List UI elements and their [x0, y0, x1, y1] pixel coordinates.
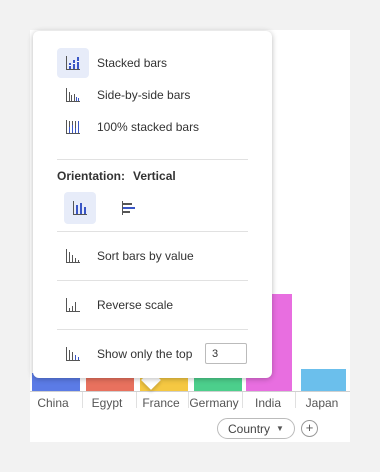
top-n-count-value: 3	[212, 347, 219, 360]
menu-item-label: Reverse scale	[97, 298, 174, 312]
menu-item-reverse-scale[interactable]: Reverse scale	[57, 290, 173, 320]
horizontal-bars-icon	[122, 201, 135, 215]
category-label-france: France	[142, 396, 180, 410]
menu-item-label: Sort bars by value	[97, 249, 194, 263]
category-axis-selector[interactable]: Country ▼	[217, 418, 295, 439]
category-axis-line	[30, 391, 350, 392]
sort-bars-icon	[57, 241, 89, 271]
stacked-bars-icon	[57, 48, 89, 78]
percent-stacked-bars-icon	[57, 112, 89, 142]
menu-item-label: Side-by-side bars	[97, 88, 191, 102]
axis-selector-value: Country	[228, 421, 271, 436]
orientation-horizontal-button[interactable]	[113, 192, 145, 224]
menu-divider	[57, 280, 248, 281]
chevron-down-icon: ▼	[276, 424, 284, 433]
menu-divider	[57, 231, 248, 232]
menu-item-show-only-top[interactable]: Show only the top	[57, 339, 192, 369]
menu-divider	[57, 329, 248, 330]
menu-item-100-percent-stacked-bars[interactable]: 100% stacked bars	[57, 112, 199, 142]
plus-icon: +	[305, 420, 314, 435]
menu-item-side-by-side-bars[interactable]: Side-by-side bars	[57, 80, 190, 110]
menu-item-label: 100% stacked bars	[97, 120, 200, 134]
top-n-count-input[interactable]: 3	[205, 343, 247, 364]
add-axis-button[interactable]: +	[301, 420, 318, 437]
menu-item-label: Show only the top	[97, 347, 193, 361]
top-n-bars-icon	[57, 339, 89, 369]
orientation-value: Vertical	[133, 169, 176, 183]
menu-item-sort-bars-by-value[interactable]: Sort bars by value	[57, 241, 194, 271]
menu-divider	[57, 159, 248, 160]
bar-japan[interactable]	[301, 369, 346, 391]
vertical-bars-icon	[73, 201, 87, 215]
reverse-scale-icon	[57, 290, 89, 320]
category-label-japan: Japan	[305, 396, 339, 410]
category-label-india: India	[254, 396, 282, 410]
menu-item-stacked-bars[interactable]: Stacked bars	[57, 48, 167, 78]
orientation-vertical-button[interactable]	[64, 192, 96, 224]
orientation-heading: Orientation: Vertical	[57, 169, 176, 183]
category-label-egypt: Egypt	[91, 396, 123, 410]
orientation-label: Orientation:	[57, 169, 125, 183]
side-by-side-bars-icon	[57, 80, 89, 110]
category-label-germany: Germany	[189, 396, 239, 410]
bar-chart-options-popup: Stacked bars Side-by-side bars 100% stac…	[33, 31, 272, 378]
menu-item-label: Stacked bars	[97, 56, 168, 70]
category-label-china: China	[37, 396, 69, 410]
